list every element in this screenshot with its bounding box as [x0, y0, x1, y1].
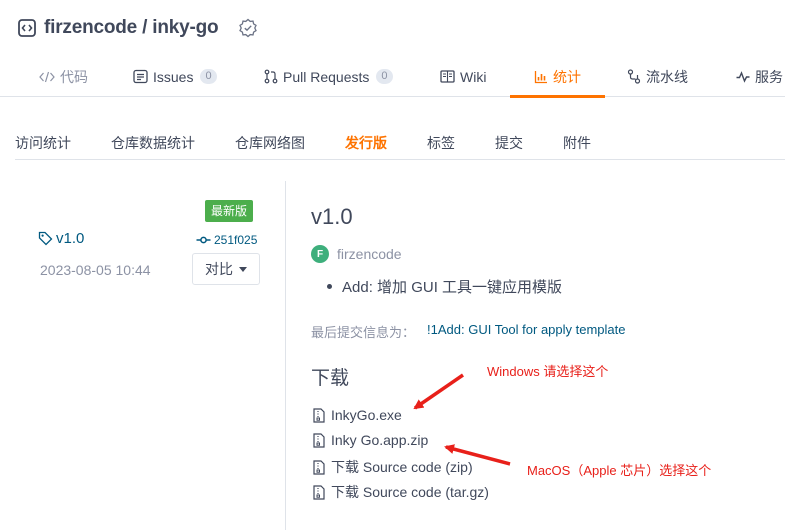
tab-label: 统计 — [553, 68, 581, 85]
column-divider — [285, 181, 286, 530]
code-icon — [39, 71, 55, 82]
file-zip-icon — [313, 432, 325, 448]
subnav-releases[interactable]: 发行版 — [345, 133, 387, 153]
bullet — [327, 284, 332, 289]
release-author[interactable]: F firzencode — [311, 245, 402, 263]
compare-button[interactable]: 对比 — [192, 253, 260, 285]
bar-chart-icon — [534, 70, 547, 83]
asset-source-tar-gz[interactable]: 下载 Source code (tar.gz) — [313, 482, 489, 502]
release-notes: Add: 增加 GUI 工具一键应用模版 — [327, 276, 562, 297]
repo-tabs: 代码 Issues 0 Pull Requests 0 Wiki 统计 流水线 … — [0, 56, 785, 98]
pipeline-icon — [627, 69, 641, 84]
issues-icon — [133, 69, 148, 84]
arrow-windows — [413, 373, 464, 410]
commit-icon — [196, 236, 211, 244]
release-commit[interactable]: 251f025 — [196, 233, 257, 247]
subnav-divider — [15, 159, 785, 160]
annotation-windows: Windows 请选择这个 — [487, 364, 609, 379]
file-zip-icon — [313, 484, 325, 500]
asset-inkygo-app-zip[interactable]: Inky Go.app.zip — [313, 432, 428, 448]
recommended-badge-icon — [238, 18, 258, 38]
release-tag[interactable]: v1.0 — [38, 230, 84, 247]
commit-hash: 251f025 — [214, 233, 258, 247]
repo-header: firzencode / inky-go — [18, 14, 258, 42]
subnav-repo-data[interactable]: 仓库数据统计 — [111, 133, 195, 153]
subnav-network-graph[interactable]: 仓库网络图 — [235, 133, 305, 153]
tab-label: Wiki — [460, 68, 487, 85]
subnav-visits[interactable]: 访问统计 — [15, 133, 71, 153]
statistics-subnav: 访问统计 仓库数据统计 仓库网络图 发行版 标签 提交 附件 — [0, 124, 785, 160]
subnav-attachments[interactable]: 附件 — [563, 133, 591, 153]
download-heading: 下载 — [311, 368, 350, 389]
tab-label: 流水线 — [646, 68, 688, 85]
last-commit-link[interactable]: !1Add: GUI Tool for apply template — [427, 322, 625, 341]
file-zip-icon — [313, 407, 325, 423]
tag-name: v1.0 — [56, 230, 85, 247]
tab-label: 服务 — [755, 68, 783, 85]
file-zip-icon — [313, 459, 325, 475]
tab-pipeline[interactable]: 流水线 — [627, 56, 688, 97]
tab-issues[interactable]: Issues 0 — [133, 56, 217, 97]
release-title: v1.0 — [311, 204, 353, 229]
annotation-macos: MacOS（Apple 芯片）选择这个 — [527, 463, 712, 478]
tab-label: Issues — [153, 68, 194, 85]
asset-inkygo-exe[interactable]: InkyGo.exe — [313, 407, 402, 423]
issues-count: 0 — [200, 69, 217, 84]
tab-label: Pull Requests — [283, 68, 370, 85]
subnav-tags[interactable]: 标签 — [427, 133, 455, 153]
compare-label: 对比 — [205, 261, 233, 277]
tab-pull-requests[interactable]: Pull Requests 0 — [264, 56, 393, 97]
asset-source-zip[interactable]: 下载 Source code (zip) — [313, 457, 473, 477]
last-commit-label: 最后提交信息为： — [311, 325, 416, 340]
wiki-icon — [440, 70, 455, 83]
tab-services[interactable]: 服务 — [736, 56, 783, 97]
avatar: F — [311, 245, 329, 263]
tag-icon — [38, 231, 53, 246]
pull-requests-count: 0 — [376, 69, 393, 84]
caret-down-icon — [239, 266, 247, 272]
release-note-item: Add: 增加 GUI 工具一键应用模版 — [342, 279, 563, 296]
asset-name: 下载 Source code (tar.gz) — [331, 484, 489, 500]
repo-title[interactable]: firzencode / inky-go — [44, 17, 219, 39]
asset-name: InkyGo.exe — [331, 407, 402, 423]
asset-name: 下载 Source code (zip) — [331, 459, 473, 475]
tab-statistics[interactable]: 统计 — [510, 56, 605, 98]
pull-request-icon — [264, 69, 278, 84]
latest-release-badge: 最新版 — [205, 200, 254, 222]
release-date: 2023-08-05 10:44 — [40, 262, 151, 278]
author-name: firzencode — [337, 246, 402, 262]
last-commit-info: 最后提交信息为： !1Add: GUI Tool for apply templ… — [311, 322, 626, 341]
tab-label: 代码 — [60, 68, 88, 85]
pulse-icon — [736, 70, 750, 83]
code-repo-icon — [18, 19, 36, 37]
subnav-commits[interactable]: 提交 — [495, 133, 523, 153]
asset-name: Inky Go.app.zip — [331, 432, 429, 448]
tab-code[interactable]: 代码 — [39, 56, 88, 97]
tab-wiki[interactable]: Wiki — [440, 56, 486, 97]
